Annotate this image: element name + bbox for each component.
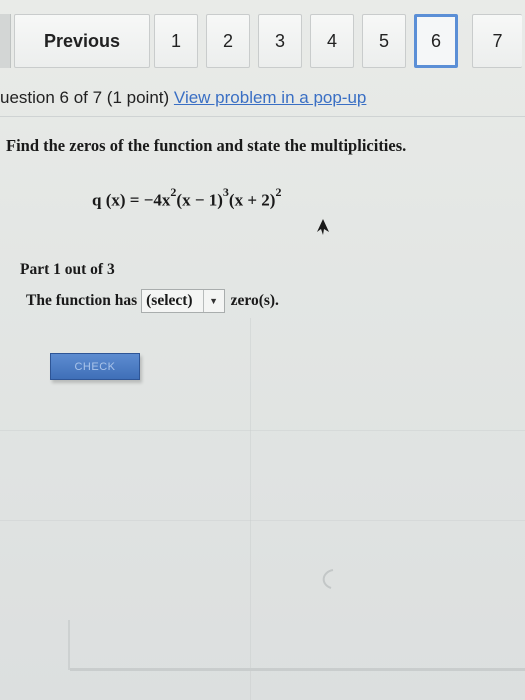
- background-line: [0, 430, 525, 431]
- smudge-mark: [322, 569, 334, 589]
- part-label: Part 1 out of 3: [20, 261, 115, 278]
- zero-count-select[interactable]: (select) ▼: [141, 289, 225, 313]
- question-position: uestion 6 of 7 (1 point): [0, 88, 170, 107]
- formula-exp-3: 2: [275, 185, 282, 199]
- question-header: uestion 6 of 7 (1 point) View problem in…: [0, 88, 366, 108]
- select-value: (select): [146, 292, 193, 309]
- background-line: [250, 318, 251, 700]
- view-popup-link[interactable]: View problem in a pop-up: [174, 88, 366, 107]
- check-button[interactable]: CHECK: [50, 353, 140, 380]
- question-navigation: Previous 1 2 3 4 5 6 7: [0, 14, 525, 70]
- page-button-7[interactable]: 7: [472, 14, 522, 68]
- page-button-3[interactable]: 3: [258, 14, 302, 68]
- previous-button[interactable]: Previous: [14, 14, 150, 68]
- formula-lhs: q (x) =: [92, 190, 144, 210]
- background-line: [0, 520, 525, 521]
- chevron-down-icon: ▼: [202, 290, 224, 312]
- page-button-1[interactable]: 1: [154, 14, 198, 68]
- formula-exp-2: 3: [222, 185, 229, 199]
- formula-exp-1: 2: [170, 185, 177, 199]
- screen-frame-edge: [70, 668, 525, 671]
- formula-factor-2: (x − 1): [176, 190, 223, 210]
- answer-sentence: The function has (select) ▼ zero(s).: [26, 289, 279, 313]
- function-formula: q (x) = −4x2(x − 1)3(x + 2)2: [92, 185, 282, 211]
- question-instruction: Find the zeros of the function and state…: [6, 136, 407, 155]
- page-button-5[interactable]: 5: [362, 14, 406, 68]
- screen-frame-edge: [68, 620, 70, 670]
- formula-factor-3: (x + 2): [228, 190, 276, 210]
- page-button-6[interactable]: 6: [414, 14, 458, 68]
- header-divider: [0, 116, 525, 117]
- nav-left-edge: [0, 14, 11, 68]
- sentence-before: The function has: [26, 292, 138, 309]
- page-button-4[interactable]: 4: [310, 14, 354, 68]
- sentence-after: zero(s).: [230, 292, 279, 309]
- formula-coef: −4x: [143, 190, 171, 210]
- page-button-2[interactable]: 2: [206, 14, 250, 68]
- mouse-cursor-icon: [317, 219, 329, 235]
